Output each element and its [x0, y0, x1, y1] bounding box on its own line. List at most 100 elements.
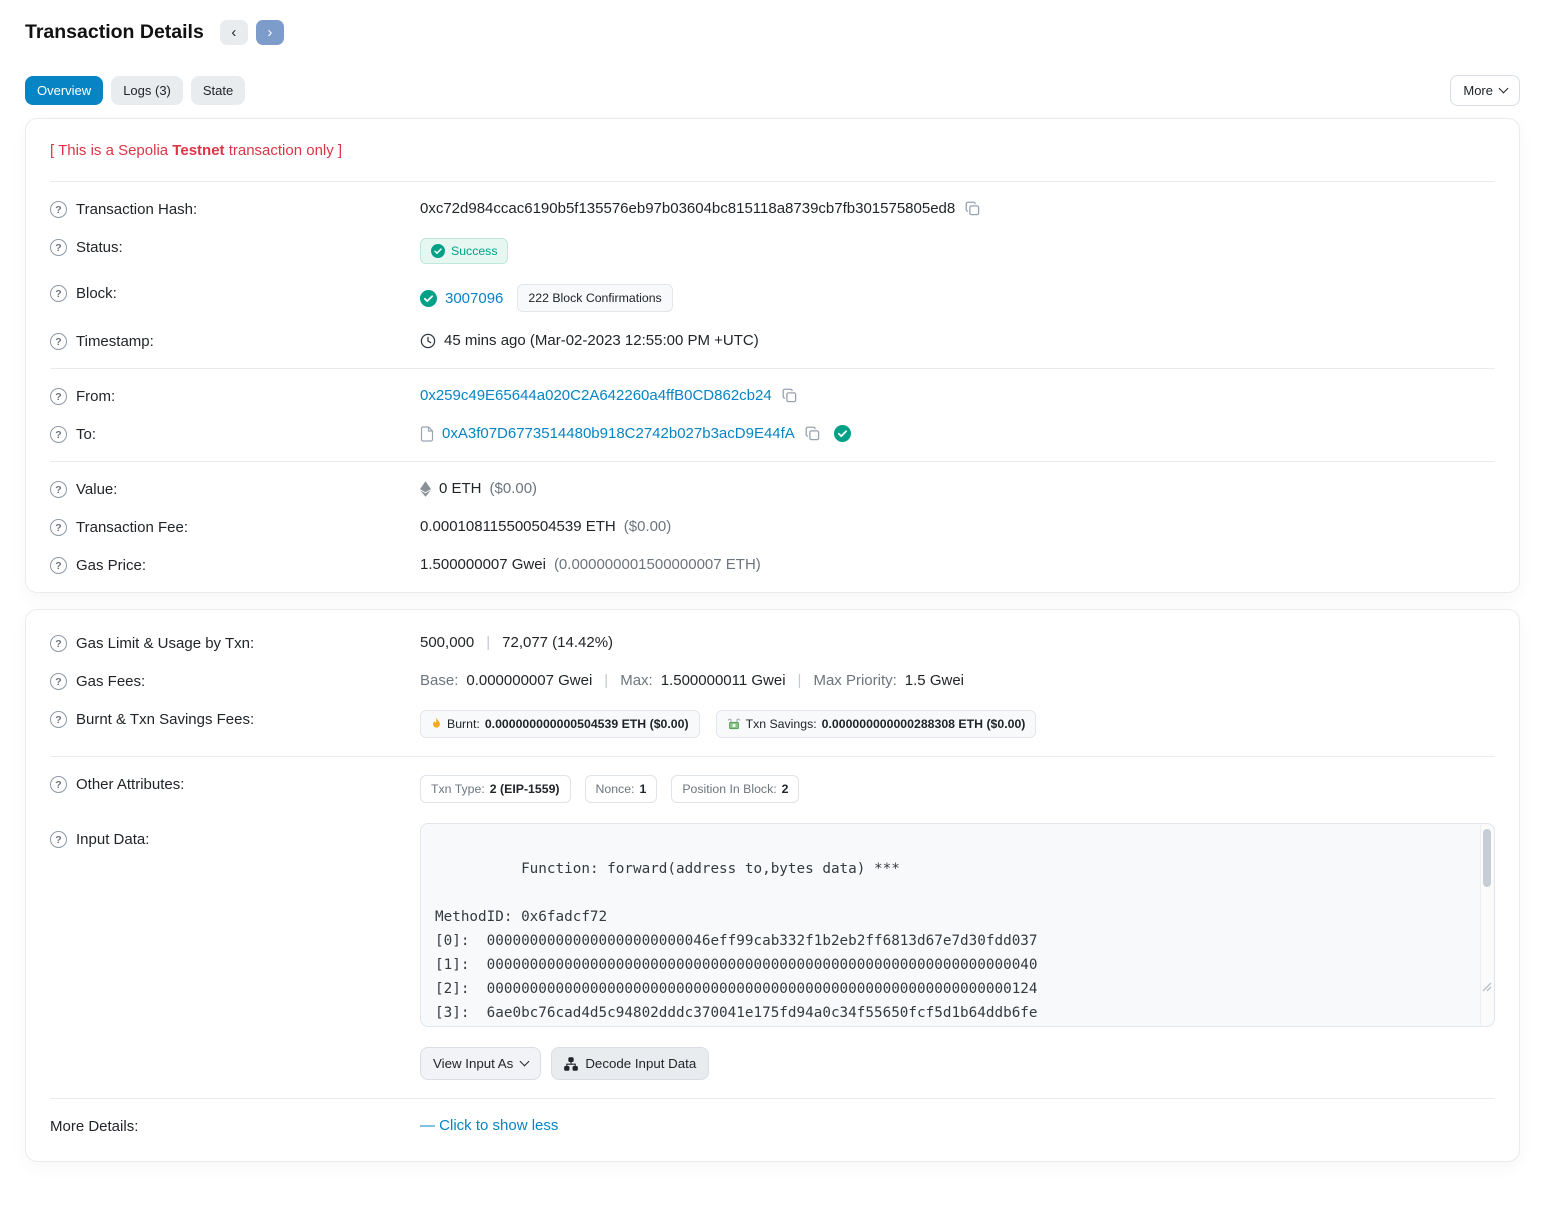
help-icon[interactable]: ? [50, 673, 67, 690]
to-label: To: [76, 426, 96, 443]
row-status: ? Status: Success [50, 228, 1495, 274]
position-in-block-badge: Position In Block: 2 [671, 775, 799, 803]
click-to-show-less-link[interactable]: — Click to show less [420, 1117, 558, 1134]
max-priority-fee-value: 1.5 Gwei [905, 672, 964, 689]
gas-limit-label: Gas Limit & Usage by Txn: [76, 635, 254, 652]
max-priority-fee-label: Max Priority: [813, 672, 896, 689]
scrollbar-thumb[interactable] [1483, 829, 1491, 887]
help-icon[interactable]: ? [50, 201, 67, 218]
check-circle-icon [431, 244, 445, 258]
row-gas-price: ? Gas Price: 1.500000007 Gwei (0.0000000… [50, 546, 1495, 584]
view-input-as-label: View Input As [433, 1056, 513, 1071]
timestamp-value: 45 mins ago (Mar-02-2023 12:55:00 PM +UT… [444, 332, 759, 349]
help-icon[interactable]: ? [50, 711, 67, 728]
more-label: More [1463, 83, 1493, 98]
verified-check-icon [834, 425, 851, 442]
more-details-label: More Details: [50, 1117, 420, 1135]
input-data-box[interactable]: Function: forward(address to,bytes data)… [420, 823, 1495, 1027]
burnt-fee-badge: Burnt: 0.000000000000504539 ETH ($0.00) [420, 710, 700, 738]
divider [50, 181, 1495, 182]
row-to: ? To: 0xA3f07D6773514480b918C2742b027b3a… [50, 415, 1495, 453]
tab-overview[interactable]: Overview [25, 76, 103, 105]
tabs-row: Overview Logs (3) State More [25, 75, 1520, 106]
contract-file-icon [420, 426, 434, 442]
tabs: Overview Logs (3) State [25, 76, 245, 105]
row-timestamp: ? Timestamp: 45 mins ago (Mar-02-2023 12… [50, 322, 1495, 360]
row-block: ? Block: 3007096 222 Block Confirmations [50, 274, 1495, 322]
page-header: Transaction Details ‹ › [25, 20, 1520, 45]
to-address-link[interactable]: 0xA3f07D6773514480b918C2742b027b3acD9E44… [442, 425, 795, 442]
chevron-down-icon [1499, 84, 1509, 94]
burnt-label: Burnt: [447, 717, 480, 731]
help-icon[interactable]: ? [50, 481, 67, 498]
help-icon[interactable]: ? [50, 557, 67, 574]
help-icon[interactable]: ? [50, 519, 67, 536]
row-gas-fees: ? Gas Fees: Base: 0.000000007 Gwei | Max… [50, 662, 1495, 700]
nonce-badge: Nonce: 1 [585, 775, 658, 803]
base-fee-label: Base: [420, 672, 458, 689]
gas-price-amount: 1.500000007 Gwei [420, 556, 546, 573]
decode-input-data-label: Decode Input Data [585, 1056, 696, 1071]
help-icon[interactable]: ? [50, 239, 67, 256]
block-confirmations-badge: 222 Block Confirmations [517, 284, 672, 312]
divider [50, 368, 1495, 369]
burnt-savings-label: Burnt & Txn Savings Fees: [76, 711, 254, 728]
decode-input-data-button[interactable]: Decode Input Data [551, 1047, 709, 1080]
next-transaction-button[interactable]: › [256, 20, 284, 45]
max-fee-value: 1.500000011 Gwei [661, 672, 786, 689]
help-icon[interactable]: ? [50, 388, 67, 405]
status-text: Success [451, 244, 497, 258]
help-icon[interactable]: ? [50, 776, 67, 793]
gas-price-label: Gas Price: [76, 557, 146, 574]
txn-type-badge: Txn Type: 2 (EIP-1559) [420, 775, 571, 803]
help-icon[interactable]: ? [50, 831, 67, 848]
transaction-fee-label: Transaction Fee: [76, 519, 188, 536]
row-burnt-savings: ? Burnt & Txn Savings Fees: Burnt: 0.000… [50, 700, 1495, 748]
copy-icon[interactable] [803, 426, 822, 441]
resize-handle-icon[interactable] [1379, 952, 1492, 1024]
money-wings-icon [727, 718, 741, 731]
position-value: 2 [782, 782, 789, 796]
divider [50, 1098, 1495, 1099]
copy-icon[interactable] [963, 201, 982, 216]
separator: | [794, 672, 806, 689]
txn-savings-badge: Txn Savings: 0.000000000000288308 ETH ($… [716, 710, 1037, 738]
previous-transaction-button[interactable]: ‹ [220, 20, 248, 45]
view-input-as-button[interactable]: View Input As [420, 1047, 541, 1080]
base-fee-value: 0.000000007 Gwei [466, 672, 592, 689]
input-data-label: Input Data: [76, 831, 149, 848]
tab-logs[interactable]: Logs (3) [111, 76, 183, 105]
gas-fees-label: Gas Fees: [76, 673, 145, 690]
transaction-hash-label: Transaction Hash: [76, 201, 197, 218]
help-icon[interactable]: ? [50, 635, 67, 652]
nonce-value: 1 [639, 782, 646, 796]
check-circle-icon [420, 290, 437, 307]
row-value: ? Value: 0 ETH ($0.00) [50, 470, 1495, 508]
input-data-text: Function: forward(address to,bytes data)… [435, 861, 1038, 1027]
decode-icon [564, 1057, 578, 1071]
overview-card: [ This is a Sepolia Testnet transaction … [25, 118, 1520, 593]
tab-state[interactable]: State [191, 76, 245, 105]
transaction-fee-amount: 0.000108115500504539 ETH [420, 518, 616, 535]
help-icon[interactable]: ? [50, 426, 67, 443]
row-transaction-hash: ? Transaction Hash: 0xc72d984ccac6190b5f… [50, 190, 1495, 228]
help-icon[interactable]: ? [50, 285, 67, 302]
from-address-link[interactable]: 0x259c49E65644a020C2A642260a4ffB0CD862cb… [420, 387, 772, 404]
max-fee-label: Max: [620, 672, 653, 689]
copy-icon[interactable] [780, 388, 799, 403]
position-label: Position In Block: [682, 782, 776, 796]
nonce-label: Nonce: [596, 782, 635, 796]
input-data-buttons: View Input As Decode Input Data [420, 1047, 1495, 1080]
details-card: ? Gas Limit & Usage by Txn: 500,000 | 72… [25, 609, 1520, 1162]
divider [50, 461, 1495, 462]
value-usd: ($0.00) [490, 480, 538, 497]
more-dropdown-button[interactable]: More [1450, 75, 1520, 106]
help-icon[interactable]: ? [50, 333, 67, 350]
gas-usage-value: 72,077 (14.42%) [502, 634, 613, 651]
burnt-value: 0.000000000000504539 ETH ($0.00) [485, 717, 689, 731]
ethereum-icon [420, 481, 431, 497]
notice-pre: [ This is a Sepolia [50, 142, 172, 159]
timestamp-label: Timestamp: [76, 333, 154, 350]
row-gas-limit: ? Gas Limit & Usage by Txn: 500,000 | 72… [50, 618, 1495, 662]
block-number-link[interactable]: 3007096 [445, 290, 503, 307]
